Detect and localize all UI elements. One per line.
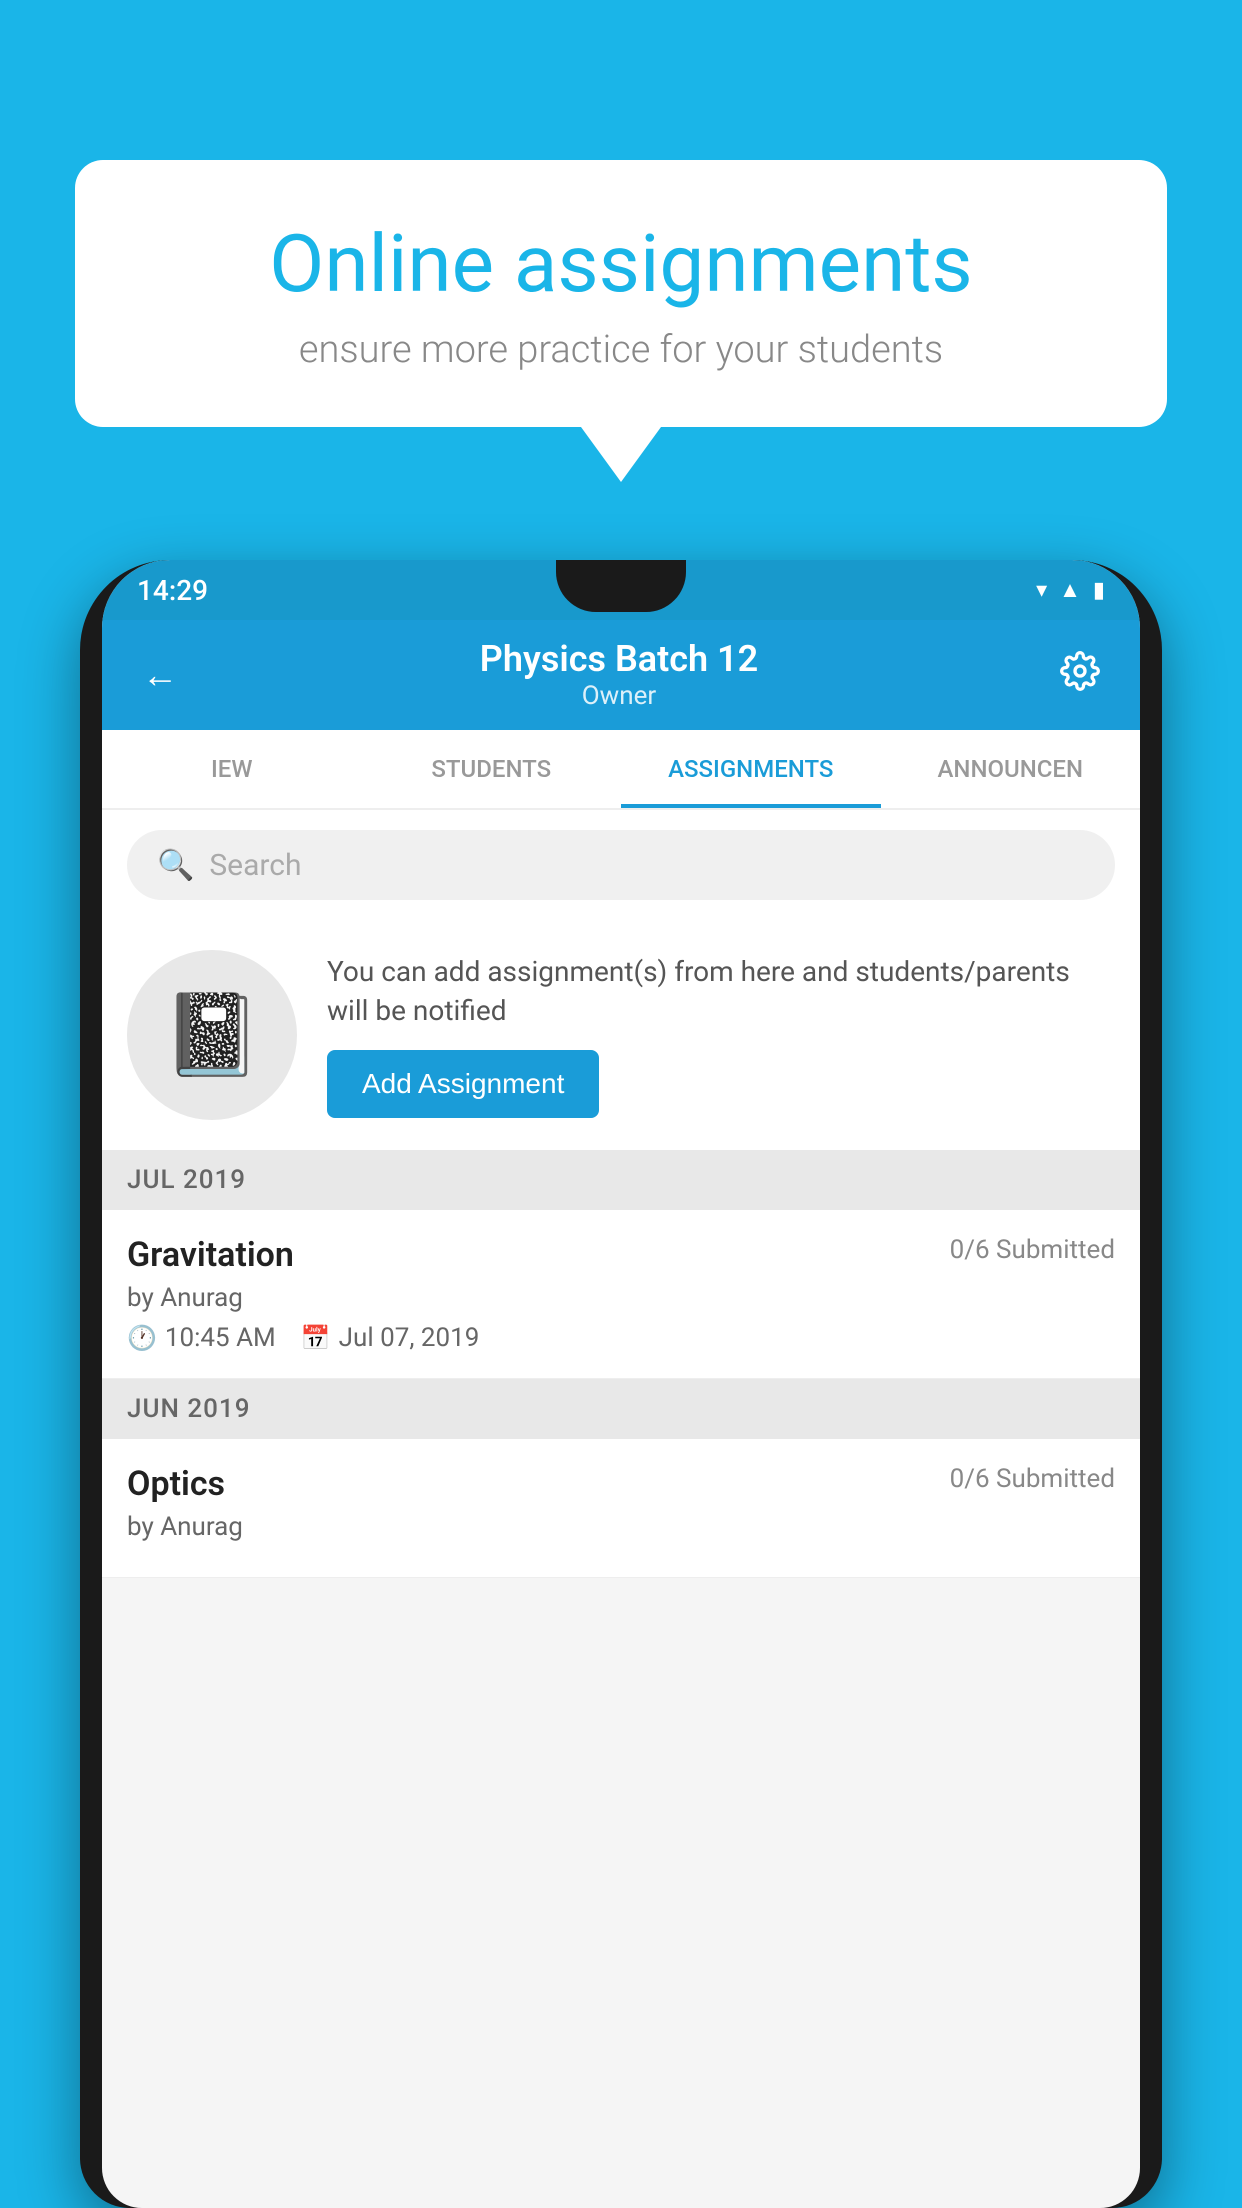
assignment-item-gravitation[interactable]: Gravitation 0/6 Submitted by Anurag 🕐 10… xyxy=(102,1210,1140,1379)
search-placeholder: Search xyxy=(209,848,301,883)
settings-button[interactable] xyxy=(1050,641,1110,710)
speech-bubble-tail xyxy=(581,427,661,482)
assignment-item-optics[interactable]: Optics 0/6 Submitted by Anurag xyxy=(102,1439,1140,1578)
signal-icon: ▲ xyxy=(1059,577,1081,603)
search-bar-container: 🔍 Search xyxy=(102,810,1140,920)
assignment-time-gravitation: 🕐 10:45 AM xyxy=(127,1323,276,1353)
tabs-bar: IEW STUDENTS ASSIGNMENTS ANNOUNCEN xyxy=(102,730,1140,810)
speech-bubble-container: Online assignments ensure more practice … xyxy=(75,160,1167,482)
promo-text: You can add assignment(s) from here and … xyxy=(327,952,1115,1030)
assignment-submitted-optics: 0/6 Submitted xyxy=(950,1464,1115,1494)
content-area: 🔍 Search 📓 You can add assignment(s) fro… xyxy=(102,810,1140,1578)
search-bar[interactable]: 🔍 Search xyxy=(127,830,1115,900)
speech-bubble-title: Online assignments xyxy=(145,220,1097,308)
tab-iew[interactable]: IEW xyxy=(102,730,362,808)
speech-bubble: Online assignments ensure more practice … xyxy=(75,160,1167,427)
section-header-jul: JUL 2019 xyxy=(102,1150,1140,1210)
assignment-by-optics: by Anurag xyxy=(127,1512,1115,1542)
assignment-name-gravitation: Gravitation xyxy=(127,1235,294,1275)
clock-icon: 🕐 xyxy=(127,1324,157,1352)
phone-screen: 14:29 ▾ ▲ ▮ ← Physics Batch 12 Owner xyxy=(102,560,1140,2208)
promo-icon-circle: 📓 xyxy=(127,950,297,1120)
app-bar: ← Physics Batch 12 Owner xyxy=(102,620,1140,730)
assignment-submitted-gravitation: 0/6 Submitted xyxy=(950,1235,1115,1265)
assignment-item-header: Gravitation 0/6 Submitted xyxy=(127,1235,1115,1275)
speech-bubble-subtitle: ensure more practice for your students xyxy=(145,328,1097,372)
phone-frame: 14:29 ▾ ▲ ▮ ← Physics Batch 12 Owner xyxy=(80,560,1162,2208)
app-bar-title: Physics Batch 12 xyxy=(188,638,1050,681)
promo-content: You can add assignment(s) from here and … xyxy=(327,952,1115,1118)
search-icon: 🔍 xyxy=(157,848,194,883)
tab-students[interactable]: STUDENTS xyxy=(362,730,622,808)
assignment-item-header-optics: Optics 0/6 Submitted xyxy=(127,1464,1115,1504)
section-header-jun: JUN 2019 xyxy=(102,1379,1140,1439)
status-time: 14:29 xyxy=(137,574,208,607)
tab-announcements[interactable]: ANNOUNCEN xyxy=(881,730,1141,808)
app-bar-subtitle: Owner xyxy=(188,681,1050,712)
assignment-date-gravitation: 📅 Jul 07, 2019 xyxy=(301,1323,480,1353)
battery-icon: ▮ xyxy=(1093,578,1105,603)
calendar-icon: 📅 xyxy=(301,1324,331,1352)
add-assignment-button[interactable]: Add Assignment xyxy=(327,1050,599,1118)
back-button[interactable]: ← xyxy=(132,644,188,706)
assignment-meta-gravitation: 🕐 10:45 AM 📅 Jul 07, 2019 xyxy=(127,1323,1115,1353)
phone-notch xyxy=(556,560,686,612)
notebook-icon: 📓 xyxy=(162,988,262,1082)
tab-assignments[interactable]: ASSIGNMENTS xyxy=(621,730,881,808)
app-bar-title-container: Physics Batch 12 Owner xyxy=(188,638,1050,712)
promo-section: 📓 You can add assignment(s) from here an… xyxy=(102,920,1140,1150)
wifi-icon: ▾ xyxy=(1036,578,1047,603)
assignment-by-gravitation: by Anurag xyxy=(127,1283,1115,1313)
status-icons: ▾ ▲ ▮ xyxy=(1036,577,1105,603)
assignment-name-optics: Optics xyxy=(127,1464,225,1504)
